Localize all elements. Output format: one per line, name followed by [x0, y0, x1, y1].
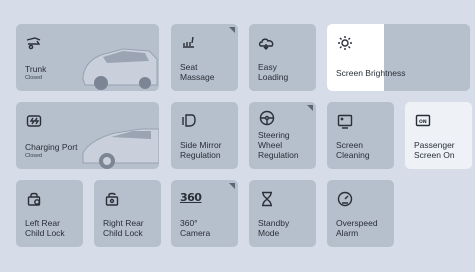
seat-massage-tile[interactable]: Seat Massage — [171, 24, 238, 91]
trunk-tile[interactable]: Trunk Closed — [16, 24, 159, 91]
camera-360-label: 360° Camera — [180, 218, 211, 238]
more-options-corner — [229, 183, 235, 189]
trunk-icon — [25, 34, 43, 52]
passenger-screen-icon: ON — [414, 112, 432, 130]
trunk-label: Trunk — [25, 64, 47, 74]
car-side-image — [82, 128, 159, 169]
standby-tile[interactable]: Standby Mode — [249, 180, 316, 247]
left-rear-lock-label: Left Rear Child Lock — [25, 218, 65, 238]
seat-massage-label: Seat Massage — [180, 62, 215, 82]
side-mirror-label: Side Mirror Regulation — [180, 140, 222, 160]
charging-port-tile[interactable]: Charging Port Closed — [16, 102, 159, 169]
screen-brightness-label: Screen Brightness — [336, 68, 406, 78]
sun-icon — [336, 34, 354, 52]
child-lock-icon — [103, 190, 121, 208]
passenger-screen-tile[interactable]: ON Passenger Screen On — [405, 102, 472, 169]
car-rear-image — [82, 48, 158, 90]
camera-360-icon: 360 — [180, 191, 202, 204]
steering-wheel-tile[interactable]: Steering Wheel Regulation — [249, 102, 316, 169]
side-mirror-tile[interactable]: Side Mirror Regulation — [171, 102, 238, 169]
more-options-corner — [307, 105, 313, 111]
charging-port-icon — [25, 112, 43, 130]
charging-port-status: Closed — [25, 153, 43, 159]
more-options-corner — [229, 27, 235, 33]
screen-cleaning-tile[interactable]: Screen Cleaning — [327, 102, 394, 169]
seat-massage-icon — [180, 34, 198, 52]
passenger-screen-label: Passenger Screen On — [414, 140, 455, 160]
charging-port-label: Charging Port — [25, 142, 78, 152]
right-rear-lock-tile[interactable]: Right Rear Child Lock — [94, 180, 161, 247]
steering-wheel-label: Steering Wheel Regulation — [258, 130, 299, 160]
screen-brightness-slider[interactable]: Screen Brightness — [327, 24, 470, 91]
steering-wheel-icon — [258, 109, 276, 127]
side-mirror-icon — [180, 112, 198, 130]
passenger-screen-icon-text: ON — [419, 119, 427, 125]
standby-label: Standby Mode — [258, 218, 290, 238]
overspeed-tile[interactable]: Overspeed Alarm — [327, 180, 394, 247]
overspeed-label: Overspeed Alarm — [336, 218, 378, 238]
speedometer-icon — [336, 190, 354, 208]
easy-loading-icon — [258, 34, 276, 52]
trunk-status: Closed — [25, 75, 43, 81]
child-lock-icon — [25, 190, 43, 208]
easy-loading-tile[interactable]: Easy Loading — [249, 24, 316, 91]
screen-cleaning-icon — [336, 112, 354, 130]
easy-loading-label: Easy Loading — [258, 62, 289, 82]
right-rear-lock-label: Right Rear Child Lock — [103, 218, 144, 238]
left-rear-lock-tile[interactable]: Left Rear Child Lock — [16, 180, 83, 247]
hourglass-icon — [258, 190, 276, 208]
camera-360-tile[interactable]: 360 360° Camera — [171, 180, 238, 247]
screen-cleaning-label: Screen Cleaning — [336, 140, 370, 160]
